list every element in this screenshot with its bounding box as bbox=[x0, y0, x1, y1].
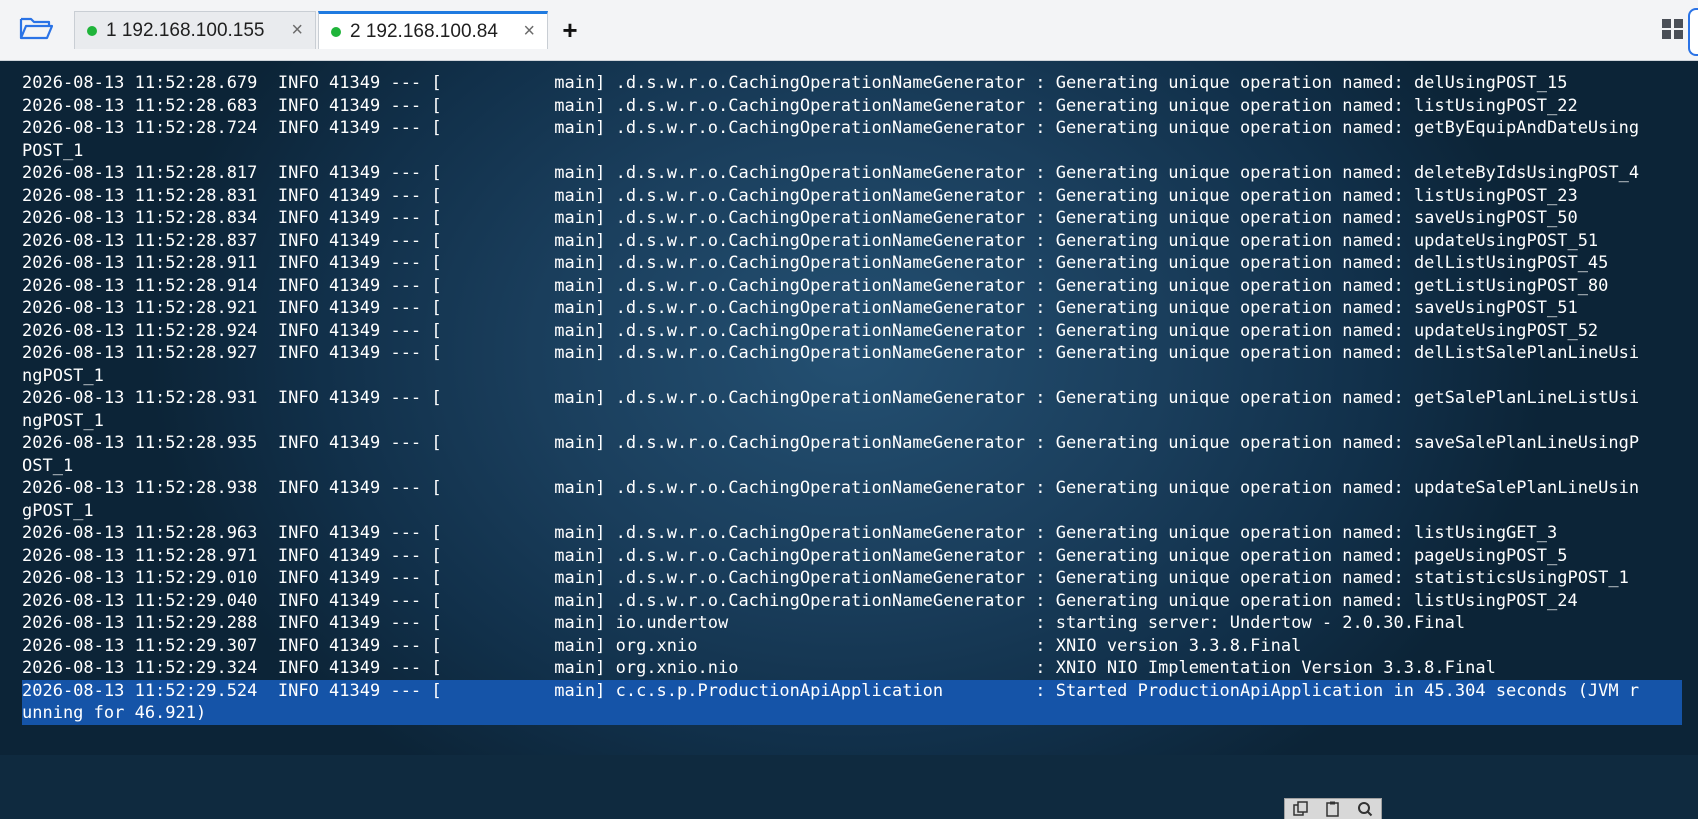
log-line[interactable]: 2026-08-13 11:52:29.010 INFO 41349 --- [… bbox=[22, 567, 1682, 590]
tab-bar: 1 192.168.100.155 × 2 192.168.100.84 × + bbox=[0, 0, 1698, 61]
log-line[interactable]: 2026-08-13 11:52:28.931 INFO 41349 --- [… bbox=[22, 387, 1682, 410]
tab-label: 1 192.168.100.155 bbox=[106, 19, 265, 41]
log-line[interactable]: 2026-08-13 11:52:29.324 INFO 41349 --- [… bbox=[22, 657, 1682, 680]
terminal-panel[interactable]: 2026-08-13 11:52:28.679 INFO 41349 --- [… bbox=[0, 61, 1698, 819]
log-line[interactable]: 2026-08-13 11:52:28.683 INFO 41349 --- [… bbox=[22, 95, 1682, 118]
log-line[interactable]: 2026-08-13 11:52:29.307 INFO 41349 --- [… bbox=[22, 635, 1682, 658]
log-line[interactable]: 2026-08-13 11:52:28.914 INFO 41349 --- [… bbox=[22, 275, 1682, 298]
log-line[interactable]: 2026-08-13 11:52:28.817 INFO 41349 --- [… bbox=[22, 162, 1682, 185]
log-line[interactable]: 2026-08-13 11:52:28.837 INFO 41349 --- [… bbox=[22, 230, 1682, 253]
side-panel-toggle[interactable] bbox=[1688, 8, 1698, 56]
tab-session-2[interactable]: 2 192.168.100.84 × bbox=[318, 11, 548, 49]
selected-log-line[interactable]: unning for 46.921) bbox=[22, 702, 1682, 725]
log-line[interactable]: 2026-08-13 11:52:28.911 INFO 41349 --- [… bbox=[22, 252, 1682, 275]
terminal-output: 2026-08-13 11:52:28.679 INFO 41349 --- [… bbox=[22, 72, 1682, 725]
close-icon[interactable]: × bbox=[523, 20, 535, 43]
connection-status-dot bbox=[331, 26, 341, 37]
tab-session-1[interactable]: 1 192.168.100.155 × bbox=[74, 11, 316, 49]
grid-icon bbox=[1660, 19, 1686, 46]
add-tab-button[interactable]: + bbox=[556, 15, 584, 45]
log-line[interactable]: 2026-08-13 11:52:29.288 INFO 41349 --- [… bbox=[22, 612, 1682, 635]
layout-button[interactable] bbox=[1660, 16, 1686, 42]
log-line[interactable]: ngPOST_1 bbox=[22, 365, 1682, 388]
copy-icon[interactable] bbox=[1290, 801, 1312, 817]
search-icon[interactable] bbox=[1354, 801, 1376, 817]
log-line[interactable]: 2026-08-13 11:52:28.938 INFO 41349 --- [… bbox=[22, 477, 1682, 500]
log-line[interactable]: OST_1 bbox=[22, 455, 1682, 478]
log-line[interactable]: 2026-08-13 11:52:28.971 INFO 41349 --- [… bbox=[22, 545, 1682, 568]
open-session-button[interactable] bbox=[14, 12, 58, 48]
paste-icon[interactable] bbox=[1322, 801, 1344, 817]
log-line[interactable]: 2026-08-13 11:52:28.679 INFO 41349 --- [… bbox=[22, 72, 1682, 95]
log-line[interactable]: 2026-08-13 11:52:28.724 INFO 41349 --- [… bbox=[22, 117, 1682, 140]
log-line[interactable]: ngPOST_1 bbox=[22, 410, 1682, 433]
log-line[interactable]: 2026-08-13 11:52:28.834 INFO 41349 --- [… bbox=[22, 207, 1682, 230]
tab-label: 2 192.168.100.84 bbox=[350, 20, 498, 42]
floating-toolbar bbox=[1284, 798, 1382, 819]
log-line[interactable]: POST_1 bbox=[22, 140, 1682, 163]
log-line[interactable]: 2026-08-13 11:52:28.921 INFO 41349 --- [… bbox=[22, 297, 1682, 320]
close-icon[interactable]: × bbox=[291, 19, 303, 42]
log-line[interactable]: 2026-08-13 11:52:28.924 INFO 41349 --- [… bbox=[22, 320, 1682, 343]
log-line[interactable]: gPOST_1 bbox=[22, 500, 1682, 523]
log-line[interactable]: 2026-08-13 11:52:28.935 INFO 41349 --- [… bbox=[22, 432, 1682, 455]
log-line[interactable]: 2026-08-13 11:52:29.040 INFO 41349 --- [… bbox=[22, 590, 1682, 613]
log-line[interactable]: 2026-08-13 11:52:28.831 INFO 41349 --- [… bbox=[22, 185, 1682, 208]
selected-log-line[interactable]: 2026-08-13 11:52:29.524 INFO 41349 --- [… bbox=[22, 679, 1682, 702]
connection-status-dot bbox=[87, 25, 97, 36]
log-line[interactable]: 2026-08-13 11:52:28.963 INFO 41349 --- [… bbox=[22, 522, 1682, 545]
log-line[interactable]: 2026-08-13 11:52:28.927 INFO 41349 --- [… bbox=[22, 342, 1682, 365]
folder-open-icon bbox=[19, 15, 54, 46]
